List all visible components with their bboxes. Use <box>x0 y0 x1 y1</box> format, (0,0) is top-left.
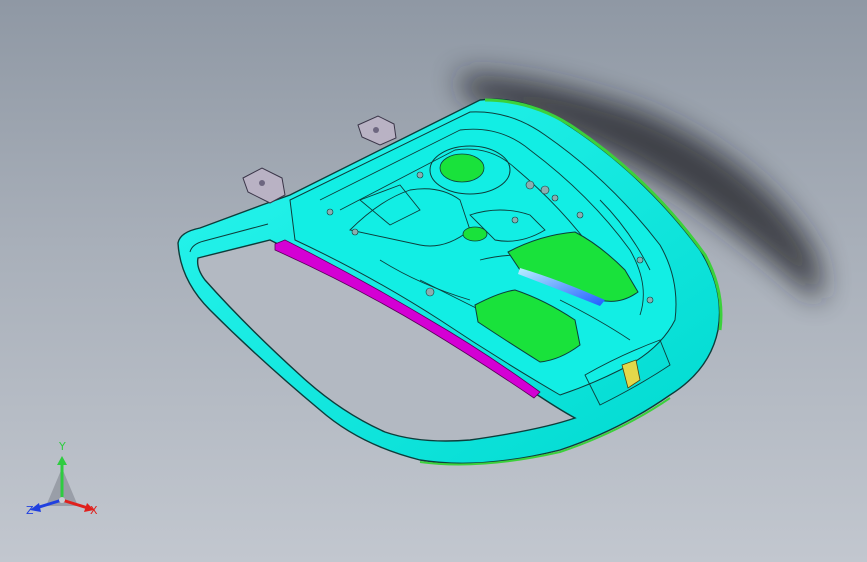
view-orientation-triad[interactable]: Y X Z <box>22 440 112 528</box>
cad-model-view[interactable] <box>0 0 867 562</box>
x-axis-label: X <box>90 504 98 517</box>
y-axis-label: Y <box>59 440 66 453</box>
upper-hinge[interactable] <box>242 167 286 204</box>
triad-graphic <box>30 456 94 512</box>
z-axis-label: Z <box>26 504 34 517</box>
upper-hinge-bolt <box>259 180 265 186</box>
small-boss <box>462 226 488 242</box>
lower-hinge-bolt <box>373 127 379 133</box>
speaker-pad[interactable] <box>439 153 485 183</box>
graphics-viewport[interactable]: Y X Z <box>0 0 867 562</box>
